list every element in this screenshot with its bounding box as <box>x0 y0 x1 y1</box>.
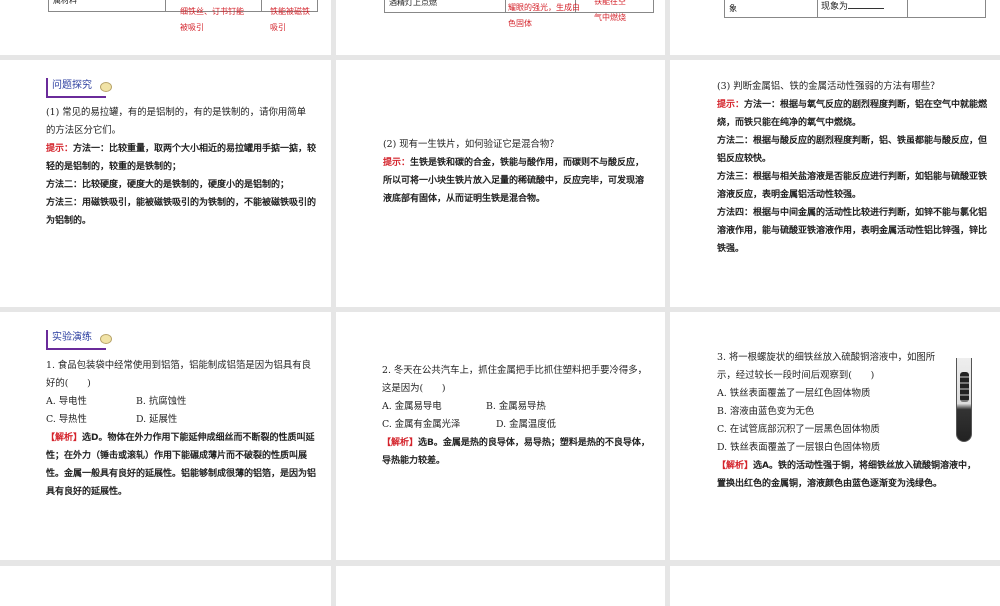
hint-block: 提示：方法一：根据与氧气反应的剧烈程度判断，铝在空气中就能燃烧，而铁只能在纯净的… <box>717 96 989 258</box>
question-text: (1) 常见的易拉罐，有的是铝制的，有的是铁制的，请你用简单的方法区分它们。 <box>46 107 307 136</box>
question-text: (3) 判断金属铝、铁的金属活动性强弱的方法有哪些？ <box>717 81 940 92</box>
option-a: A. 铁丝表面覆盖了一层红色固体物质 <box>717 388 871 399</box>
book-icon <box>100 82 112 92</box>
hint-block: 提示：方法一：比较重量，取两个大小相近的易拉罐用手掂一掂，较轻的是铝制的，较重的… <box>46 140 318 230</box>
table-cell: 属材料 <box>53 0 77 5</box>
answer-text: 选D。物体在外力作用下能延伸成细丝而不断裂的性质叫延性；在外力（锤击或滚轧）作用… <box>46 433 317 497</box>
option-c: C. 导热性 <box>46 414 87 425</box>
table-cell: 象 <box>729 4 737 13</box>
hint-label: 提示： <box>46 144 74 154</box>
method-4: 方法四：根据与中间金属的活动性比较进行判断，如锌不能与氯化铝溶液作用，能与硫酸亚… <box>717 208 988 254</box>
slide-thumbnail-6[interactable]: (3) 判断金属铝、铁的金属活动性强弱的方法有哪些？ 提示：方法一：根据与氧气反… <box>670 60 1000 307</box>
hint-label: 提示： <box>717 100 745 110</box>
hint-label: 提示： <box>383 158 411 168</box>
table: 象 现象为 <box>724 0 986 18</box>
section-title: 问题探究 <box>52 80 92 91</box>
slide-thumbnail-5[interactable]: (2) 现有一生铁片，如何验证它是混合物？ 提示：生铁是铁和碳的合金，铁能与酸作… <box>336 60 665 307</box>
red-answer: 细铁丝、订书钉能被吸引 <box>180 7 244 32</box>
answer-block: 【解析】选A。铁的活动性强于铜，将细铁丝放入硫酸铜溶液中，置换出红色的金属铜，溶… <box>717 457 983 493</box>
slide-thumbnail-4[interactable]: 问题探究 (1) 常见的易拉罐，有的是铝制的，有的是铁制的，请你用简单的方法区分… <box>0 60 331 307</box>
slide-thumbnail-12[interactable] <box>670 566 1000 606</box>
test-tube-image <box>956 358 972 442</box>
slide-thumbnail-1[interactable]: 属材料 细铁丝、订书钉能被吸引 铁能被磁铁吸引 <box>0 0 331 55</box>
section-header: 问题探究 <box>46 78 112 98</box>
answer-blank <box>848 0 885 9</box>
option-d: D. 铁丝表面覆盖了一层银白色固体物质 <box>717 442 881 453</box>
options: A. 金属易导电 B. 金属易导热 C. 金属有金属光泽 D. 金属温度低 <box>382 398 652 434</box>
option-b: B. 抗腐蚀性 <box>136 396 187 407</box>
iron-wire-coil <box>960 372 969 402</box>
method-2: 方法二：比较硬度，硬度大的是铁制的，硬度小的是铝制的； <box>46 180 290 190</box>
method-1: 方法一：根据与氧气反应的剧烈程度判断，铝在空气中就能燃烧，而铁只能在纯净的氧气中… <box>717 100 988 128</box>
slide-thumbnail-10[interactable] <box>0 566 331 606</box>
hint-text: 生铁是铁和碳的合金，铁能与酸作用，而碳则不与酸反应，所以可将一小块生铁片放入足量… <box>383 158 645 204</box>
hint-block: 提示：生铁是铁和碳的合金，铁能与酸作用，而碳则不与酸反应，所以可将一小块生铁片放… <box>383 154 651 208</box>
question-text: (2) 现有一生铁片，如何验证它是混合物？ <box>383 139 559 150</box>
option-b: B. 溶液由蓝色变为无色 <box>717 406 815 417</box>
option-a: A. 金属易导电 <box>382 401 442 412</box>
table-cell: 现象为 <box>821 0 885 13</box>
red-answer: 铁能被磁铁吸引 <box>270 7 310 32</box>
answer-block: 【解析】选D。物体在外力作用下能延伸成细丝而不断裂的性质叫延性；在外力（锤击或滚… <box>46 429 316 501</box>
slide-thumbnail-8[interactable]: 2. 冬天在公共汽车上，抓住金属把手比抓住塑料把手要冷得多，这是因为( ) A.… <box>336 312 665 560</box>
book-icon <box>100 334 112 344</box>
option-d: D. 延展性 <box>136 414 178 425</box>
answer-label: 【解析】 <box>46 433 83 443</box>
option-c: C. 金属有金属光泽 <box>382 419 461 430</box>
slide-thumbnail-2[interactable]: 酒精灯上点燃 耀眼的强光，生成白色固体 铁能在空气中燃烧 <box>336 0 665 55</box>
red-answer: 耀眼的强光，生成白色固体 <box>508 3 580 28</box>
option-a: A. 导电性 <box>46 396 87 407</box>
table-cell: 酒精灯上点燃 <box>389 0 437 7</box>
option-c: C. 在试管底部沉积了一层黑色固体物质 <box>717 424 880 435</box>
answer-text: 选B。金属是热的良导体，易导热；塑料是热的不良导体，导热能力较差。 <box>382 438 650 466</box>
method-1: 方法一：比较重量，取两个大小相近的易拉罐用手掂一掂，较轻的是铝制的，较重的是铁制… <box>46 144 317 172</box>
section-header: 实验演练 <box>46 330 112 350</box>
question-text: 3. 将一根螺旋状的细铁丝放入硫酸铜溶液中，如图所示，经过较长一段时间后观察到(… <box>717 352 936 381</box>
option-d: D. 金属温度低 <box>496 419 557 430</box>
answer-text: 选A。铁的活动性强于铜，将细铁丝放入硫酸铜溶液中，置换出红色的金属铜，溶液颜色由… <box>717 461 976 489</box>
method-3: 方法三：根据与相关盐溶液是否能反应进行判断，如铝能与硫酸亚铁溶液反应，表明金属铝… <box>717 172 988 200</box>
slide-thumbnail-7[interactable]: 实验演练 1. 食品包装袋中经常使用到铝箔，铝能制成铝箔是因为铝具有良好的( )… <box>0 312 331 560</box>
answer-block: 【解析】选B。金属是热的良导体，易导热；塑料是热的不良导体，导热能力较差。 <box>382 434 650 470</box>
option-b: B. 金属易导热 <box>486 401 546 412</box>
slide-thumbnail-9[interactable]: 3. 将一根螺旋状的细铁丝放入硫酸铜溶液中，如图所示，经过较长一段时间后观察到(… <box>670 312 1000 560</box>
slide-thumbnail-11[interactable] <box>336 566 665 606</box>
section-title: 实验演练 <box>52 332 92 343</box>
method-3: 方法三：用磁铁吸引，能被磁铁吸引的为铁制的，不能被磁铁吸引的为铝制的。 <box>46 198 317 226</box>
method-2: 方法二：根据与酸反应的剧烈程度判断，铝、铁虽都能与酸反应，但铝反应较快。 <box>717 136 988 164</box>
red-answer: 铁能在空气中燃烧 <box>594 0 626 22</box>
options: A. 导电性 B. 抗腐蚀性 C. 导热性 D. 延展性 <box>46 393 314 429</box>
table-cell-text: 现象为 <box>821 2 849 12</box>
slide-thumbnail-3[interactable]: 象 现象为 <box>670 0 1000 55</box>
question-text: 1. 食品包装袋中经常使用到铝箔，铝能制成铝箔是因为铝具有良好的( ) <box>46 360 312 389</box>
options: A. 铁丝表面覆盖了一层红色固体物质 B. 溶液由蓝色变为无色 C. 在试管底部… <box>717 385 957 457</box>
question-text: 2. 冬天在公共汽车上，抓住金属把手比抓住塑料把手要冷得多，这是因为( ) <box>382 365 648 394</box>
answer-label: 【解析】 <box>717 461 754 471</box>
answer-label: 【解析】 <box>382 438 419 448</box>
